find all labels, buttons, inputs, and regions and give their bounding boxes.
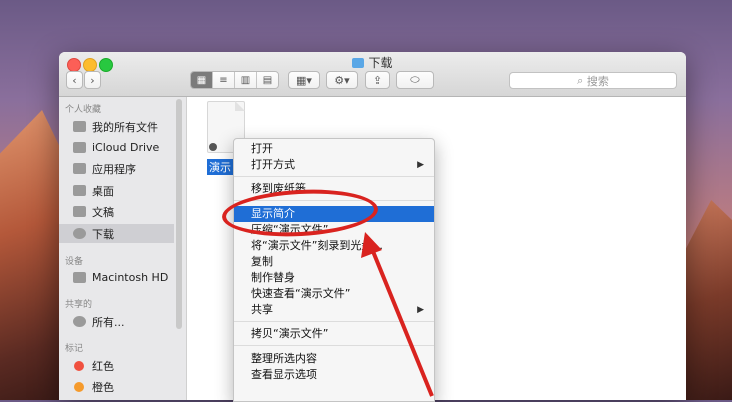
annotation-arrow — [361, 232, 434, 397]
annotation-arrow-shaft — [368, 243, 434, 397]
annotation-arrow-head — [361, 232, 382, 258]
